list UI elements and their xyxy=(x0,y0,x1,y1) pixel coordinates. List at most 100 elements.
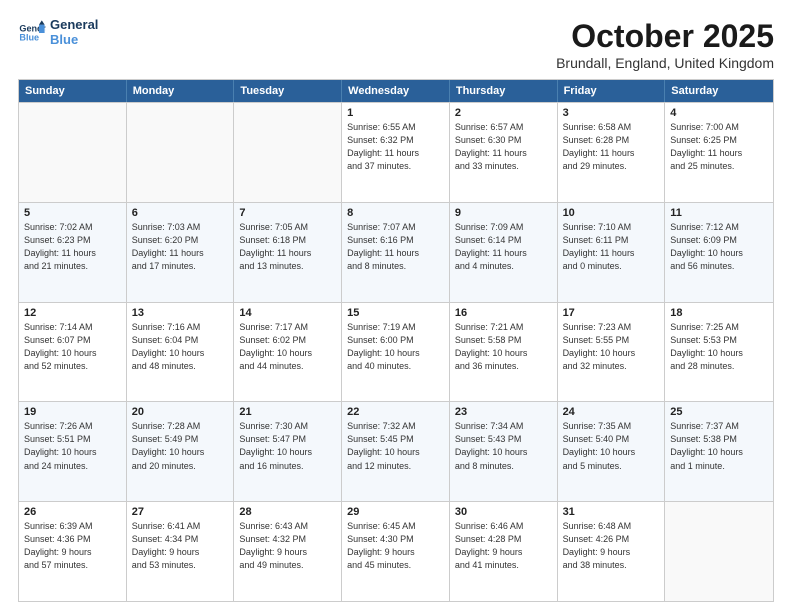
day-info: Sunrise: 6:41 AM Sunset: 4:34 PM Dayligh… xyxy=(132,520,229,572)
cal-cell-w3-d7: 18 Sunrise: 7:25 AM Sunset: 5:53 PM Dayli… xyxy=(665,303,773,402)
cal-cell-w5-d6: 31Sunrise: 6:48 AM Sunset: 4:26 PM Dayli… xyxy=(558,502,666,601)
cal-cell-w4-d4: 22Sunrise: 7:32 AM Sunset: 5:45 PM Dayli… xyxy=(342,402,450,501)
cal-cell-w1-d2 xyxy=(127,103,235,202)
cal-cell-w1-d4: 1 Sunrise: 6:55 AM Sunset: 6:32 PM Daylig… xyxy=(342,103,450,202)
day-info: Sunrise: 7:32 AM Sunset: 5:45 PM Dayligh… xyxy=(347,420,444,472)
day-number: 23 xyxy=(455,406,552,418)
location: Brundall, England, United Kingdom xyxy=(556,55,774,71)
day-info: Sunrise: 6:45 AM Sunset: 4:30 PM Dayligh… xyxy=(347,520,444,572)
day-number: 3 xyxy=(563,107,660,119)
cal-cell-w3-d4: 15 Sunrise: 7:19 AM Sunset: 6:00 PM Dayli… xyxy=(342,303,450,402)
calendar-week-2: 5Sunrise: 7:02 AM Sunset: 6:23 PM Daylig… xyxy=(19,202,773,302)
day-info: Sunrise: 6:46 AM Sunset: 4:28 PM Dayligh… xyxy=(455,520,552,572)
day-info: Sunrise: 7:05 AM Sunset: 6:18 PM Dayligh… xyxy=(239,221,336,273)
weekday-friday: Friday xyxy=(558,80,666,102)
day-info: Sunrise: 7:09 AM Sunset: 6:14 PM Dayligh… xyxy=(455,221,552,273)
cal-cell-w3-d1: 12 Sunrise: 7:14 AM Sunset: 6:07 PM Dayli… xyxy=(19,303,127,402)
cal-cell-w3-d3: 14 Sunrise: 7:17 AM Sunset: 6:02 PM Dayli… xyxy=(234,303,342,402)
day-info: Sunrise: 7:19 AM Sunset: 6:00 PM Dayligh… xyxy=(347,321,444,373)
day-number: 12 xyxy=(24,307,121,319)
day-info: Sunrise: 7:21 AM Sunset: 5:58 PM Dayligh… xyxy=(455,321,552,373)
logo-text-line1: General xyxy=(50,18,98,33)
day-info: Sunrise: 7:10 AM Sunset: 6:11 PM Dayligh… xyxy=(563,221,660,273)
cal-cell-w1-d3 xyxy=(234,103,342,202)
cal-cell-w4-d7: 25 Sunrise: 7:37 AM Sunset: 5:38 PM Dayli… xyxy=(665,402,773,501)
day-number: 8 xyxy=(347,207,444,219)
day-info: Sunrise: 7:35 AM Sunset: 5:40 PM Dayligh… xyxy=(563,420,660,472)
cal-cell-w3-d6: 17 Sunrise: 7:23 AM Sunset: 5:55 PM Dayli… xyxy=(558,303,666,402)
day-number: 21 xyxy=(239,406,336,418)
day-info: Sunrise: 7:37 AM Sunset: 5:38 PM Dayligh… xyxy=(670,420,768,472)
day-info: Sunrise: 7:14 AM Sunset: 6:07 PM Dayligh… xyxy=(24,321,121,373)
weekday-wednesday: Wednesday xyxy=(342,80,450,102)
calendar-header: Sunday Monday Tuesday Wednesday Thursday… xyxy=(19,80,773,102)
day-number: 9 xyxy=(455,207,552,219)
day-info: Sunrise: 7:30 AM Sunset: 5:47 PM Dayligh… xyxy=(239,420,336,472)
day-info: Sunrise: 7:26 AM Sunset: 5:51 PM Dayligh… xyxy=(24,420,121,472)
day-info: Sunrise: 7:07 AM Sunset: 6:16 PM Dayligh… xyxy=(347,221,444,273)
cal-cell-w2-d1: 5Sunrise: 7:02 AM Sunset: 6:23 PM Daylig… xyxy=(19,203,127,302)
day-number: 1 xyxy=(347,107,444,119)
day-number: 24 xyxy=(563,406,660,418)
day-number: 2 xyxy=(455,107,552,119)
cal-cell-w3-d5: 16Sunrise: 7:21 AM Sunset: 5:58 PM Dayli… xyxy=(450,303,558,402)
day-number: 14 xyxy=(239,307,336,319)
day-number: 15 xyxy=(347,307,444,319)
day-info: Sunrise: 6:57 AM Sunset: 6:30 PM Dayligh… xyxy=(455,121,552,173)
calendar-week-4: 19 Sunrise: 7:26 AM Sunset: 5:51 PM Dayli… xyxy=(19,401,773,501)
day-info: Sunrise: 6:58 AM Sunset: 6:28 PM Dayligh… xyxy=(563,121,660,173)
day-info: Sunrise: 7:12 AM Sunset: 6:09 PM Dayligh… xyxy=(670,221,768,273)
weekday-saturday: Saturday xyxy=(665,80,773,102)
cal-cell-w2-d6: 10Sunrise: 7:10 AM Sunset: 6:11 PM Dayli… xyxy=(558,203,666,302)
day-info: Sunrise: 7:34 AM Sunset: 5:43 PM Dayligh… xyxy=(455,420,552,472)
day-info: Sunrise: 7:03 AM Sunset: 6:20 PM Dayligh… xyxy=(132,221,229,273)
day-number: 6 xyxy=(132,207,229,219)
day-number: 30 xyxy=(455,506,552,518)
day-number: 28 xyxy=(239,506,336,518)
day-number: 27 xyxy=(132,506,229,518)
day-number: 7 xyxy=(239,207,336,219)
cal-cell-w5-d2: 27 Sunrise: 6:41 AM Sunset: 4:34 PM Dayli… xyxy=(127,502,235,601)
day-number: 20 xyxy=(132,406,229,418)
day-info: Sunrise: 7:16 AM Sunset: 6:04 PM Dayligh… xyxy=(132,321,229,373)
cal-cell-w5-d7 xyxy=(665,502,773,601)
day-info: Sunrise: 6:39 AM Sunset: 4:36 PM Dayligh… xyxy=(24,520,121,572)
cal-cell-w2-d5: 9 Sunrise: 7:09 AM Sunset: 6:14 PM Daylig… xyxy=(450,203,558,302)
cal-cell-w2-d3: 7 Sunrise: 7:05 AM Sunset: 6:18 PM Daylig… xyxy=(234,203,342,302)
day-info: Sunrise: 7:23 AM Sunset: 5:55 PM Dayligh… xyxy=(563,321,660,373)
day-number: 26 xyxy=(24,506,121,518)
day-info: Sunrise: 6:55 AM Sunset: 6:32 PM Dayligh… xyxy=(347,121,444,173)
logo-icon: General Blue xyxy=(18,19,46,47)
day-info: Sunrise: 7:17 AM Sunset: 6:02 PM Dayligh… xyxy=(239,321,336,373)
day-info: Sunrise: 6:43 AM Sunset: 4:32 PM Dayligh… xyxy=(239,520,336,572)
day-number: 19 xyxy=(24,406,121,418)
cal-cell-w2-d2: 6 Sunrise: 7:03 AM Sunset: 6:20 PM Daylig… xyxy=(127,203,235,302)
day-number: 17 xyxy=(563,307,660,319)
calendar-week-1: 1 Sunrise: 6:55 AM Sunset: 6:32 PM Daylig… xyxy=(19,102,773,202)
day-info: Sunrise: 7:02 AM Sunset: 6:23 PM Dayligh… xyxy=(24,221,121,273)
day-number: 29 xyxy=(347,506,444,518)
day-number: 25 xyxy=(670,406,768,418)
day-info: Sunrise: 7:28 AM Sunset: 5:49 PM Dayligh… xyxy=(132,420,229,472)
cal-cell-w5-d1: 26 Sunrise: 6:39 AM Sunset: 4:36 PM Dayli… xyxy=(19,502,127,601)
day-info: Sunrise: 7:00 AM Sunset: 6:25 PM Dayligh… xyxy=(670,121,768,173)
day-info: Sunrise: 6:48 AM Sunset: 4:26 PM Dayligh… xyxy=(563,520,660,572)
header: General Blue General Blue October 2025 B… xyxy=(18,18,774,71)
day-number: 4 xyxy=(670,107,768,119)
weekday-thursday: Thursday xyxy=(450,80,558,102)
cal-cell-w4-d5: 23 Sunrise: 7:34 AM Sunset: 5:43 PM Dayli… xyxy=(450,402,558,501)
cal-cell-w3-d2: 13 Sunrise: 7:16 AM Sunset: 6:04 PM Dayli… xyxy=(127,303,235,402)
cal-cell-w5-d4: 29 Sunrise: 6:45 AM Sunset: 4:30 PM Dayli… xyxy=(342,502,450,601)
day-number: 18 xyxy=(670,307,768,319)
page: General Blue General Blue October 2025 B… xyxy=(0,0,792,612)
day-number: 13 xyxy=(132,307,229,319)
month-title: October 2025 xyxy=(556,18,774,55)
cal-cell-w4-d6: 24 Sunrise: 7:35 AM Sunset: 5:40 PM Dayli… xyxy=(558,402,666,501)
cal-cell-w1-d6: 3 Sunrise: 6:58 AM Sunset: 6:28 PM Daylig… xyxy=(558,103,666,202)
logo: General Blue General Blue xyxy=(18,18,98,48)
calendar-body: 1 Sunrise: 6:55 AM Sunset: 6:32 PM Daylig… xyxy=(19,102,773,601)
cal-cell-w4-d1: 19 Sunrise: 7:26 AM Sunset: 5:51 PM Dayli… xyxy=(19,402,127,501)
cal-cell-w1-d5: 2 Sunrise: 6:57 AM Sunset: 6:30 PM Daylig… xyxy=(450,103,558,202)
weekday-sunday: Sunday xyxy=(19,80,127,102)
day-info: Sunrise: 7:25 AM Sunset: 5:53 PM Dayligh… xyxy=(670,321,768,373)
